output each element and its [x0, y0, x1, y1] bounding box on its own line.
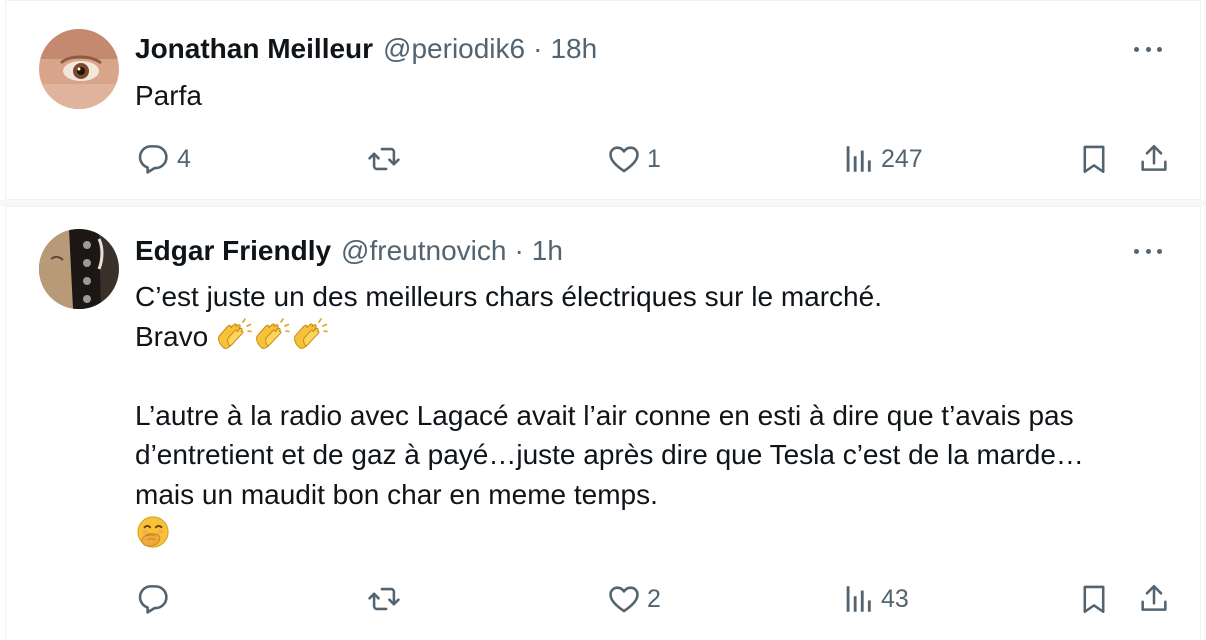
tweet-text: C’est juste un des meilleurs chars élect… [135, 277, 1084, 554]
reply-icon [137, 582, 171, 616]
tweet-text-fragment: Bravo [135, 320, 209, 352]
avatar-image [39, 229, 119, 309]
views-count: 43 [881, 584, 909, 613]
views-button[interactable]: 247 [841, 139, 923, 179]
views-icon [841, 582, 875, 616]
action-bar: 2 43 [135, 579, 1181, 619]
retweet-icon [367, 582, 401, 616]
separator: · [533, 33, 543, 64]
separator: · [514, 235, 524, 266]
tweet-text-line [135, 514, 1084, 554]
reply-button[interactable] [137, 579, 177, 619]
reply-count: 4 [177, 144, 191, 173]
clapping-hands-emoji [292, 318, 328, 352]
heart-icon [607, 582, 641, 616]
retweet-button[interactable] [367, 579, 407, 619]
views-button[interactable]: 43 [841, 579, 909, 619]
tweet-text-line: C’est juste un des meilleurs chars élect… [135, 281, 882, 312]
timestamp[interactable]: 1h [532, 235, 563, 267]
share-button[interactable] [1137, 579, 1171, 619]
tweet-header: Edgar Friendly @freutnovich · 1h [135, 235, 563, 267]
timestamp[interactable]: 18h [550, 33, 597, 65]
clapping-hands-emoji [254, 318, 290, 352]
bookmark-button[interactable] [1077, 579, 1111, 619]
like-count: 2 [647, 584, 661, 613]
action-bar: 4 1 247 [135, 139, 1181, 179]
tweet[interactable]: Jonathan Meilleur @periodik6 · 18h Parfa… [5, 0, 1201, 200]
more-icon[interactable] [1128, 37, 1168, 61]
retweet-icon [367, 142, 401, 176]
share-button[interactable] [1137, 139, 1171, 179]
tweet-text-line: mais un maudit bon char en meme temps. [135, 478, 658, 510]
avatar-image [39, 29, 119, 109]
avatar[interactable] [39, 29, 119, 109]
author-name[interactable]: Jonathan Meilleur [135, 33, 373, 65]
clapping-hands-emoji [216, 318, 252, 352]
retweet-button[interactable] [367, 139, 407, 179]
author-handle[interactable]: @periodik6 [383, 33, 525, 65]
share-icon [1137, 582, 1171, 616]
author-name[interactable]: Edgar Friendly [135, 235, 331, 267]
like-button[interactable]: 1 [607, 139, 661, 179]
heart-icon [607, 142, 641, 176]
views-icon [841, 142, 875, 176]
tweet[interactable]: Edgar Friendly @freutnovich · 1h C’est j… [5, 206, 1201, 640]
bookmark-icon [1077, 582, 1111, 616]
more-icon[interactable] [1128, 239, 1168, 263]
author-handle[interactable]: @freutnovich [341, 235, 506, 267]
tweet-text-line: d’entretient et de gaz à payé…juste aprè… [135, 439, 1084, 470]
tweet-text-line: Bravo [135, 317, 1084, 357]
hand-over-mouth-emoji [135, 515, 171, 549]
bookmark-button[interactable] [1077, 139, 1111, 179]
bookmark-icon [1077, 142, 1111, 176]
reply-icon [137, 142, 171, 176]
avatar[interactable] [39, 229, 119, 309]
share-icon [1137, 142, 1171, 176]
like-button[interactable]: 2 [607, 579, 661, 619]
views-count: 247 [881, 144, 923, 173]
tweet-text-line: L’autre à la radio avec Lagacé avait l’a… [135, 399, 1074, 431]
tweet-text: Parfa [135, 76, 202, 116]
tweet-text-line: Parfa [135, 80, 202, 111]
like-count: 1 [647, 144, 661, 173]
reply-button[interactable]: 4 [137, 139, 191, 179]
tweet-header: Jonathan Meilleur @periodik6 · 18h [135, 33, 597, 65]
